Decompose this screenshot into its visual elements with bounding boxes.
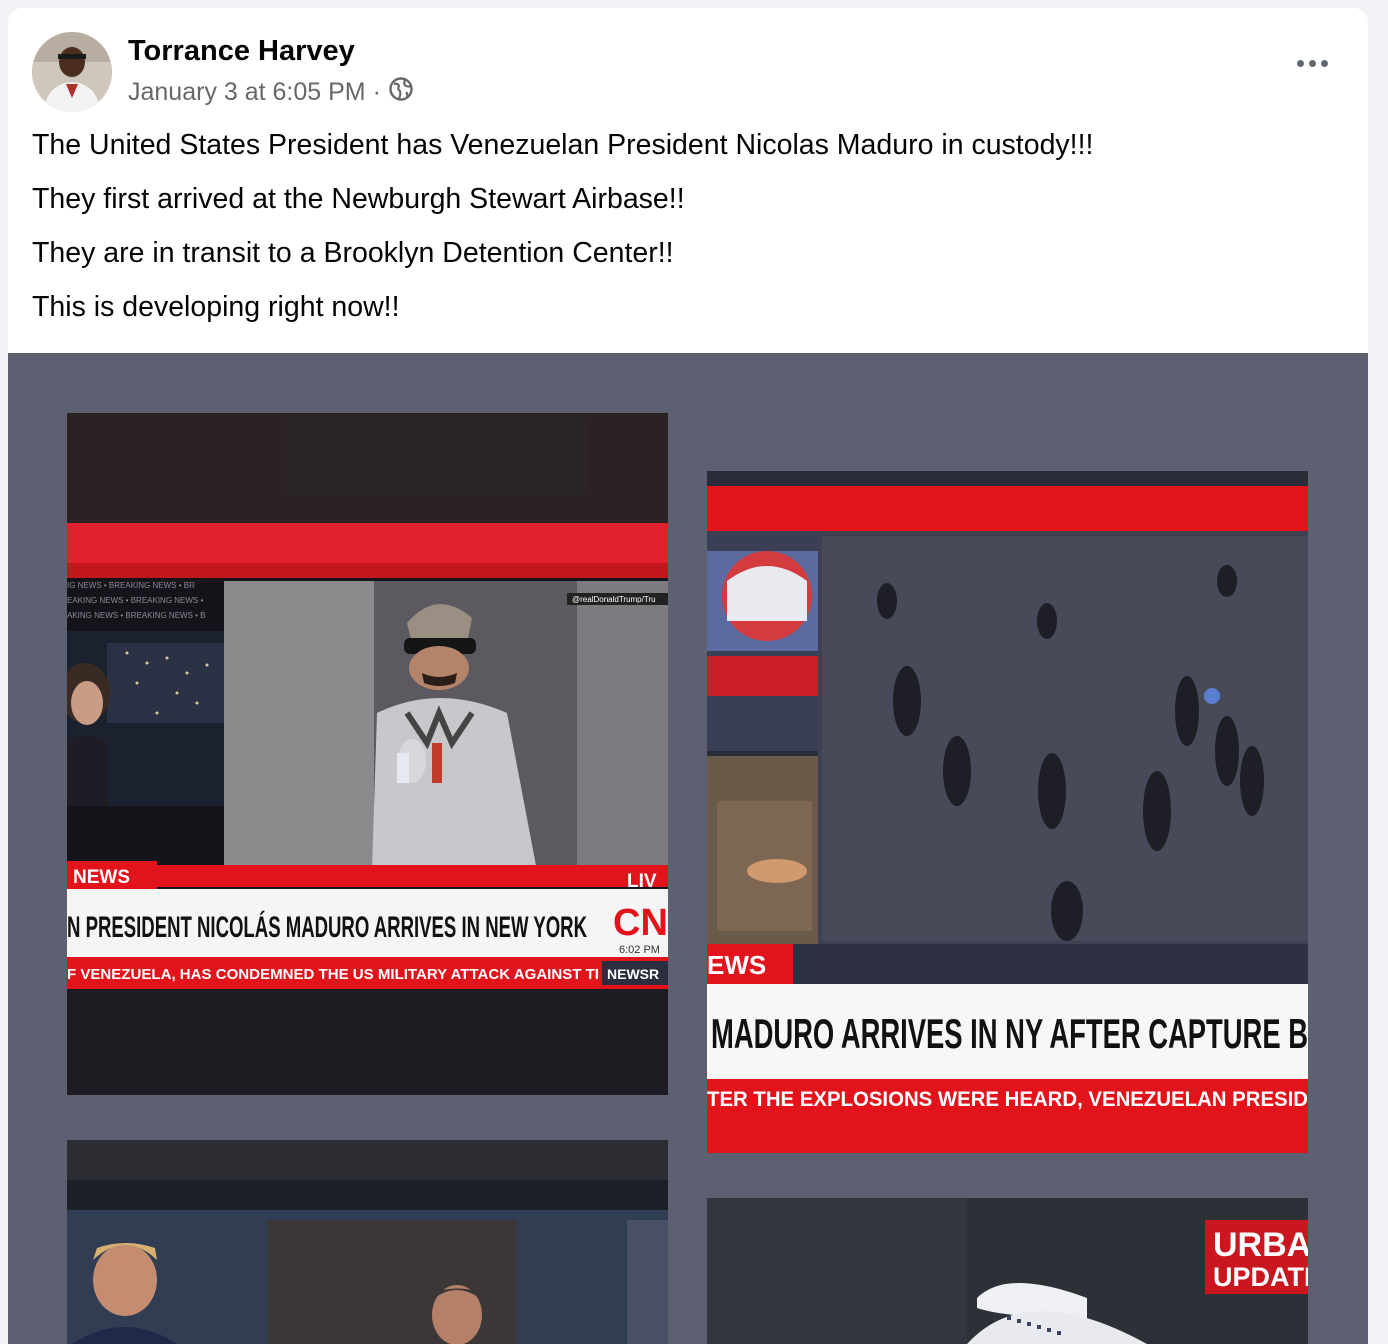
breaking-news-line: AKING NEWS • BREAKING NEWS • B (67, 611, 206, 620)
ticker-label: NEWS (73, 867, 130, 888)
cnn-logo: CN (613, 902, 668, 944)
meta-separator: · (372, 78, 381, 106)
author-name[interactable]: Torrance Harvey (128, 35, 355, 68)
headline: N PRESIDENT NICOLÁS MADURO ARRIVES IN NE… (67, 910, 587, 944)
crawl-text: F VENEZUELA, HAS CONDEMNED THE US MILITA… (67, 966, 599, 983)
urban-update-badge: URBAN (1213, 1226, 1308, 1264)
broadcast-time: 6:02 PM (619, 944, 660, 956)
live-label: LIV (627, 871, 657, 892)
post-line: They first arrived at the Newburgh Stewa… (32, 183, 685, 215)
gallery-photo-3[interactable] (67, 1140, 668, 1344)
post-meta: January 3 at 6:05 PM · (128, 76, 414, 109)
gallery-photo-4[interactable]: URBAN UPDATEZ (707, 1198, 1308, 1344)
post-text: The United States President has Venezuel… (32, 130, 1332, 346)
post-line: They are in transit to a Brooklyn Detent… (32, 237, 674, 269)
post-line: This is developing right now!! (32, 291, 400, 323)
urban-update-badge: UPDATEZ (1213, 1262, 1308, 1292)
ticker-label: EWS (707, 950, 766, 980)
headline: MADURO ARRIVES IN NY AFTER CAPTURE B (711, 1010, 1308, 1057)
avatar[interactable] (32, 32, 112, 112)
photo-gallery: IG NEWS • BREAKING NEWS • BR EAKING NEWS… (8, 353, 1368, 1344)
gallery-photo-2[interactable]: EWS MADURO ARRIVES IN NY AFTER CAPTURE B… (707, 471, 1308, 1153)
more-options-icon[interactable] (1297, 60, 1328, 67)
breaking-news-line: EAKING NEWS • BREAKING NEWS • (67, 596, 203, 605)
globe-icon (388, 76, 414, 109)
crawl-tag: NEWSR (607, 966, 659, 982)
gallery-photo-1[interactable]: IG NEWS • BREAKING NEWS • BR EAKING NEWS… (67, 413, 668, 1095)
source-credit: @realDonaldTrump/Tru (572, 595, 656, 604)
post-card: Torrance Harvey January 3 at 6:05 PM · T… (8, 8, 1368, 1344)
post-line: The United States President has Venezuel… (32, 129, 1094, 161)
post-timestamp[interactable]: January 3 at 6:05 PM (128, 78, 366, 107)
breaking-news-line: IG NEWS • BREAKING NEWS • BR (67, 581, 195, 590)
crawl-text: TER THE EXPLOSIONS WERE HEARD, VENEZUELA… (707, 1088, 1308, 1111)
